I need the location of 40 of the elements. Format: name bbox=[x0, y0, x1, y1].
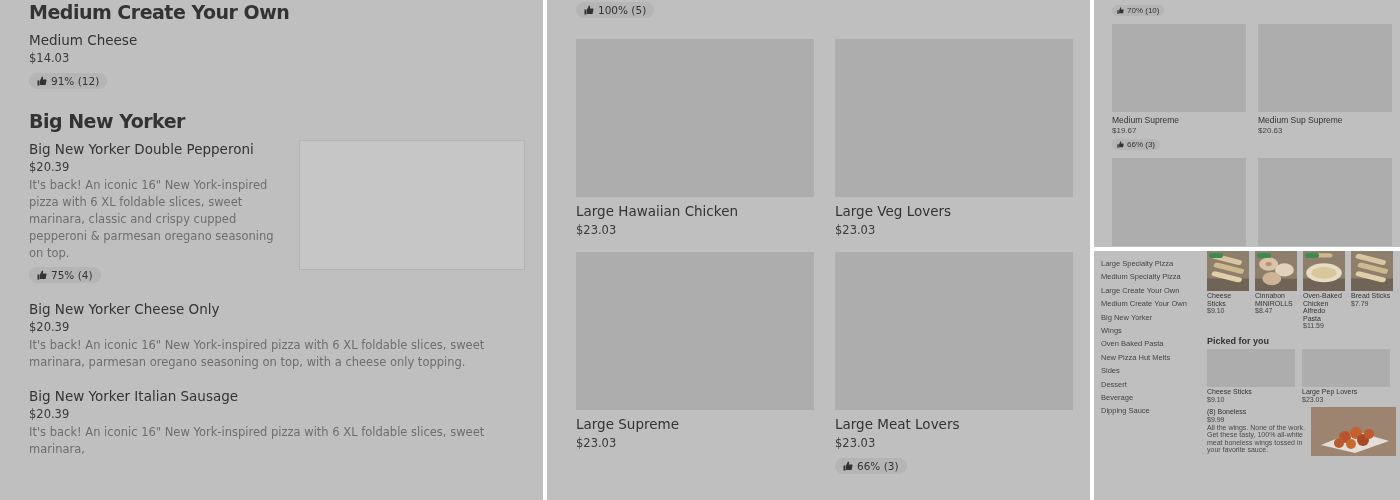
thumbs-up-icon bbox=[843, 461, 853, 471]
item-description: It's back! An iconic 16" New York-inspired pizza with 6 XL foldable slices, sweet marinara, classic and crispy cupped pepperoni & parmesan oregano seasoning on top. bbox=[29, 177, 275, 262]
item-name[interactable]: Large Supreme bbox=[576, 414, 679, 434]
rating-chip: 100% (5) bbox=[576, 2, 655, 18]
item-name[interactable]: Medium Supreme bbox=[1112, 115, 1180, 126]
rating-chip: 70% (10) bbox=[1112, 5, 1165, 16]
item-price: $20.63 bbox=[1258, 126, 1283, 136]
rating-chip: 66% (3) bbox=[835, 458, 907, 474]
thumbs-up-icon bbox=[1117, 141, 1124, 148]
rating-chip: 66% (3) bbox=[1112, 139, 1160, 150]
image-placeholder[interactable] bbox=[1258, 158, 1392, 246]
section-heading: Picked for you bbox=[1207, 336, 1269, 347]
item-price: $20.39 bbox=[29, 406, 71, 423]
item-name[interactable]: Large Veg Lovers bbox=[835, 201, 952, 221]
item-name[interactable]: Medium Cheese bbox=[29, 31, 525, 49]
thumbs-up-icon bbox=[584, 5, 594, 15]
thumbs-up-icon bbox=[37, 76, 47, 86]
item-price: $20.39 bbox=[29, 319, 71, 336]
item-name[interactable]: Big New Yorker Double Pepperoni bbox=[29, 140, 285, 158]
item-price: $19.67 bbox=[1112, 126, 1137, 136]
item-price: $14.03 bbox=[29, 50, 71, 67]
item-name[interactable]: Medium Sup Supreme bbox=[1258, 115, 1343, 126]
rating-chip: 91% (12) bbox=[29, 73, 108, 89]
item-price: $23.03 bbox=[576, 435, 617, 452]
section-heading: Medium Create Your Own bbox=[29, 1, 291, 23]
item-price: $23.03 bbox=[835, 435, 876, 452]
thumbs-up-icon bbox=[1117, 7, 1124, 14]
item-description: It's back! An iconic 16" New York-inspired pizza with 6 XL foldable slices, sweet marinara, parmesan oregano seasoning on top, with a cheese only topping. bbox=[29, 337, 486, 371]
image-placeholder[interactable] bbox=[1112, 158, 1246, 246]
thumbs-up-icon bbox=[37, 270, 47, 280]
item-description: It's back! An iconic 16" New York-inspired pizza with 6 XL foldable slices, sweet marinara, bbox=[29, 424, 486, 458]
item-name[interactable]: Big New Yorker Cheese Only bbox=[29, 300, 525, 318]
item-price: $23.03 bbox=[835, 222, 876, 239]
item-price: $20.39 bbox=[29, 159, 71, 176]
item-name[interactable]: Big New Yorker Italian Sausage bbox=[29, 387, 525, 405]
rating-chip: 75% (4) bbox=[29, 267, 101, 283]
item-name[interactable]: Large Meat Lovers bbox=[835, 414, 960, 434]
item-price: $23.03 bbox=[576, 222, 617, 239]
item-name[interactable]: Large Hawaiian Chicken bbox=[576, 201, 738, 221]
section-heading: Big New Yorker bbox=[29, 110, 187, 132]
